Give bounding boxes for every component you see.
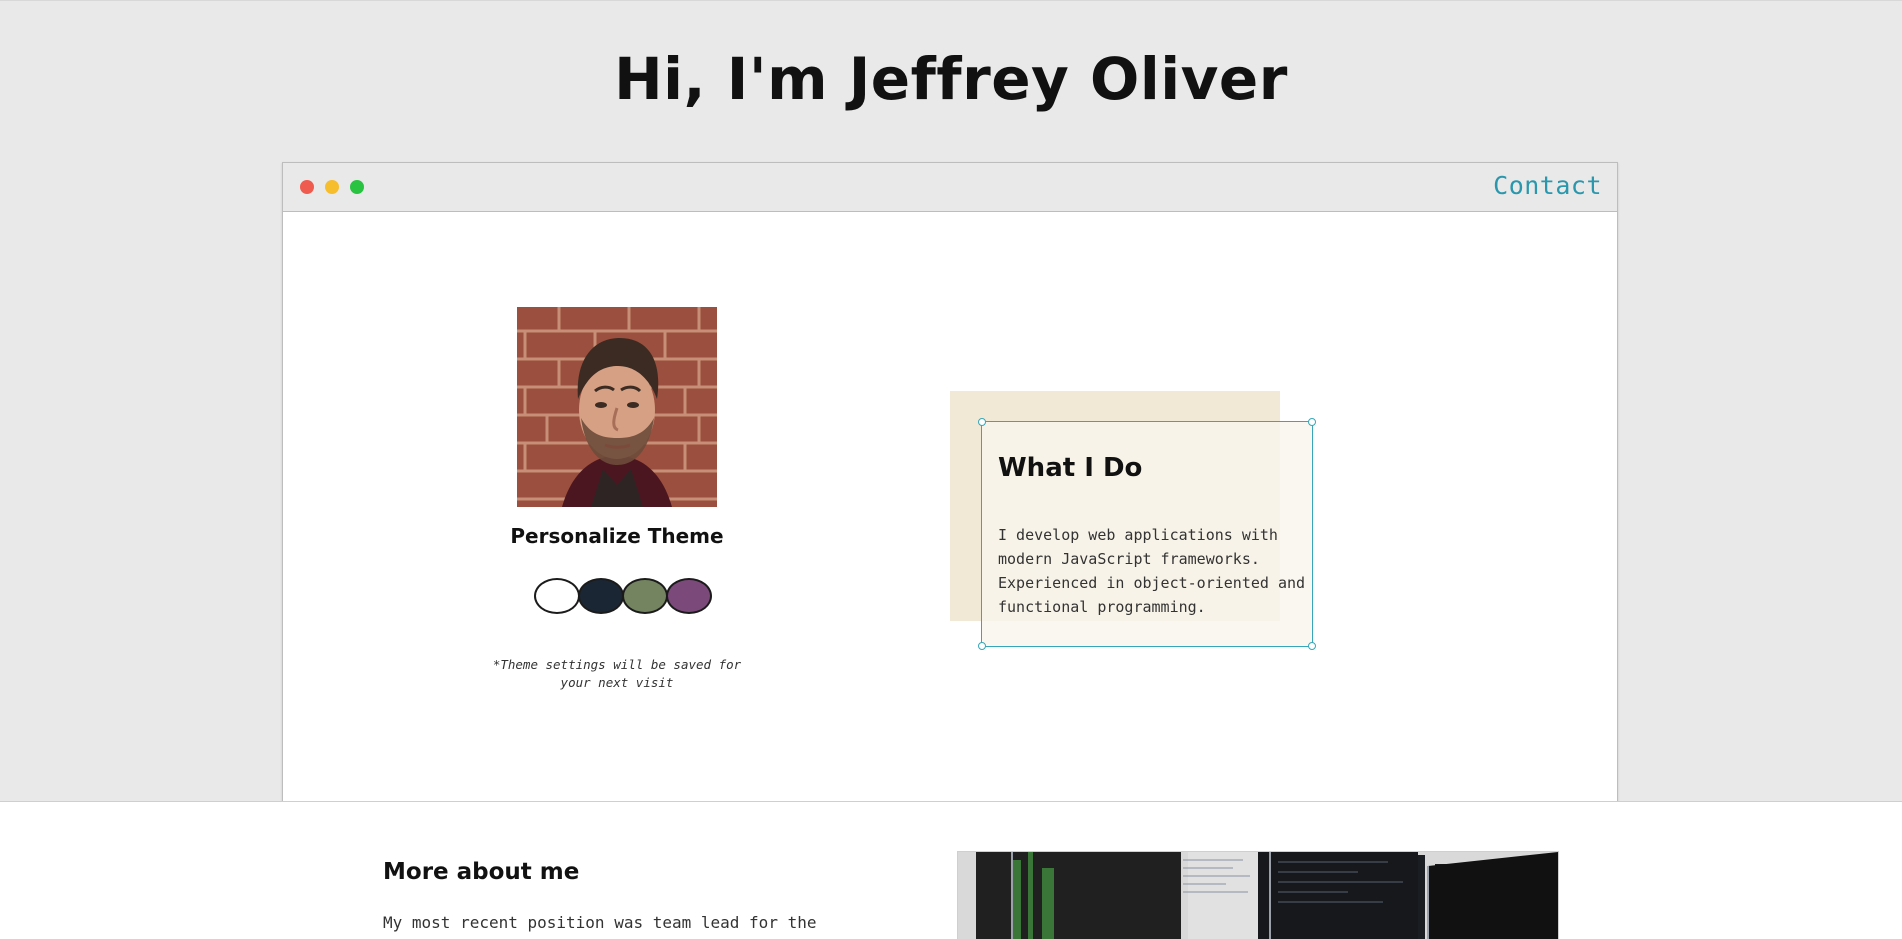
theme-swatch-plum[interactable] <box>666 578 712 614</box>
theme-swatch-navy[interactable] <box>578 578 624 614</box>
portfolio-page: Hi, I'm Jeffrey Oliver Contact Personali… <box>0 0 1902 939</box>
developer-workspace-photo <box>957 851 1559 939</box>
what-i-do-card[interactable]: What I Do I develop web applications wit… <box>978 418 1316 650</box>
resize-handle-top-right-icon[interactable] <box>1308 418 1316 426</box>
browser-window-card: Contact Personalize Theme *Theme setting… <box>282 162 1618 803</box>
resize-handle-bottom-left-icon[interactable] <box>978 642 986 650</box>
resize-handle-bottom-right-icon[interactable] <box>1308 642 1316 650</box>
close-dot-icon[interactable] <box>300 180 314 194</box>
resize-handle-top-left-icon[interactable] <box>978 418 986 426</box>
minimize-dot-icon[interactable] <box>325 180 339 194</box>
theme-save-note: *Theme settings will be saved for your n… <box>492 657 742 690</box>
what-i-do-text: I develop web applications with modern J… <box>998 526 1306 616</box>
more-about-title: More about me <box>383 859 580 885</box>
personalize-theme-title: Personalize Theme <box>510 524 724 548</box>
window-title-bar: Contact <box>283 163 1617 212</box>
more-about-text: My most recent position was team lead fo… <box>383 913 817 932</box>
what-i-do-title: What I Do <box>998 453 1143 483</box>
page-title: Hi, I'm Jeffrey Oliver <box>614 45 1288 113</box>
profile-photo <box>517 307 717 507</box>
contact-link[interactable]: Contact <box>1493 171 1602 200</box>
theme-swatch-sage[interactable] <box>622 578 668 614</box>
maximize-dot-icon[interactable] <box>350 180 364 194</box>
more-about-section: More about me My most recent position wa… <box>0 801 1902 939</box>
theme-swatch-white[interactable] <box>534 578 580 614</box>
